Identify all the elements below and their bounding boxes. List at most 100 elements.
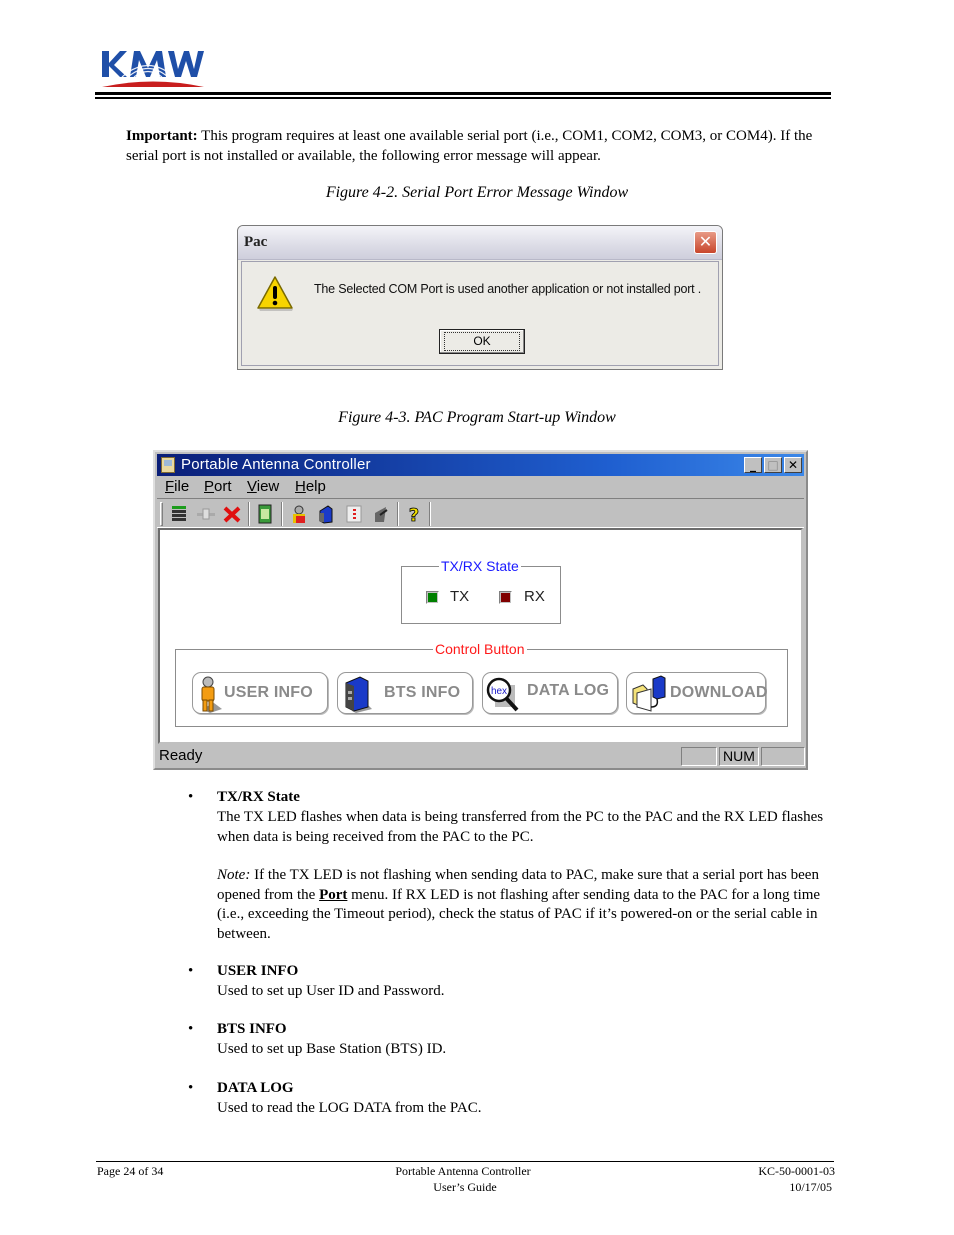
minimize-button[interactable]: _ bbox=[744, 457, 762, 473]
ok-label: OK bbox=[444, 332, 520, 351]
footer-doc-id: KC-50-0001-03 bbox=[758, 1164, 835, 1178]
dialog-title-bar: Pac ✕ bbox=[238, 226, 722, 260]
menu-port-rest: ort bbox=[214, 478, 232, 495]
bullet-title-bts-info: BTS INFO bbox=[217, 1021, 287, 1037]
control-button-legend: Control Button bbox=[433, 640, 527, 658]
app-title: Portable Antenna Controller bbox=[181, 456, 371, 473]
note-port-bold: Port bbox=[319, 886, 348, 903]
download-button[interactable]: DOWNLOAD bbox=[626, 672, 768, 714]
pac-app-window: Portable Antenna Controller _ □ ✕ File P… bbox=[153, 450, 808, 770]
status-pane-num: NUM bbox=[719, 747, 759, 766]
window-close-button[interactable]: ✕ bbox=[784, 457, 802, 473]
bullet-text-bts-info: Used to set up Base Station (BTS) ID. bbox=[217, 1041, 447, 1057]
ok-button[interactable]: OK bbox=[439, 329, 525, 354]
bts-info-icon[interactable] bbox=[314, 503, 336, 525]
menu-port[interactable]: Port bbox=[204, 478, 232, 495]
download-icon[interactable] bbox=[370, 503, 392, 525]
bullet-dot: • bbox=[188, 789, 194, 805]
menu-view[interactable]: View bbox=[247, 478, 279, 495]
footer-date: 10/17/05 bbox=[789, 1180, 832, 1194]
rx-label: RX bbox=[524, 588, 545, 605]
warning-icon bbox=[257, 276, 293, 311]
svg-text:?: ? bbox=[409, 505, 419, 525]
bullet-dot: • bbox=[188, 963, 194, 979]
maximize-icon: □ bbox=[767, 458, 779, 472]
port-list-icon[interactable] bbox=[168, 503, 190, 525]
disconnect-icon[interactable] bbox=[221, 503, 243, 525]
footer-rule bbox=[96, 1161, 834, 1162]
menu-bar: File Port View Help bbox=[157, 476, 804, 498]
menu-view-rest: iew bbox=[256, 478, 280, 495]
folder-download-icon bbox=[632, 675, 666, 712]
toolbar-separator bbox=[429, 502, 431, 526]
hex-icon-text: hex bbox=[491, 686, 507, 697]
toolbar-separator bbox=[248, 502, 250, 526]
close-icon: ✕ bbox=[787, 458, 799, 472]
status-pane-caps bbox=[681, 747, 717, 766]
bts-info-button[interactable]: BTS INFO bbox=[337, 672, 473, 714]
app-title-bar: Portable Antenna Controller _ □ ✕ bbox=[157, 454, 804, 476]
user-icon bbox=[201, 676, 222, 713]
bullet-text-user-info: Used to set up User ID and Password. bbox=[217, 983, 445, 999]
user-info-button[interactable]: USER INFO bbox=[192, 672, 328, 714]
help-icon[interactable]: ? bbox=[403, 503, 425, 525]
dialog-close-button[interactable]: ✕ bbox=[694, 231, 717, 254]
status-pane-scrl bbox=[761, 747, 805, 766]
bullet-text-txrx: The TX LED flashes when data is being tr… bbox=[217, 809, 824, 845]
status-bar: Ready NUM bbox=[157, 745, 805, 767]
dialog-message: The Selected COM Port is used another ap… bbox=[314, 282, 702, 296]
user-info-icon[interactable] bbox=[288, 503, 310, 525]
txrx-state-group: TX/RX State TX RX bbox=[401, 557, 561, 624]
rx-led bbox=[499, 591, 512, 604]
rx-led-light bbox=[501, 593, 510, 602]
header-rule-thin bbox=[95, 97, 831, 99]
bullet-dot: • bbox=[188, 1021, 194, 1037]
bts-info-label: BTS INFO bbox=[384, 684, 461, 701]
menu-help-accel: H bbox=[295, 478, 306, 495]
note-label: Note: bbox=[217, 867, 251, 883]
maximize-button[interactable]: □ bbox=[764, 457, 782, 473]
dialog-body: The Selected COM Port is used another ap… bbox=[241, 261, 719, 366]
important-text: This program requires at least one avail… bbox=[126, 128, 813, 164]
data-log-icon[interactable] bbox=[343, 503, 365, 525]
dialog-title: Pac bbox=[244, 234, 268, 250]
bullet-text-data-log: Used to read the LOG DATA from the PAC. bbox=[217, 1100, 482, 1116]
menu-help-rest: elp bbox=[305, 478, 326, 495]
tx-led bbox=[426, 591, 439, 604]
bullet-dot: • bbox=[188, 1080, 194, 1096]
important-label: Important: bbox=[126, 128, 198, 144]
note-paragraph: Note: If the TX LED is not flashing when… bbox=[217, 866, 837, 944]
hex-magnifier-icon: hex bbox=[486, 677, 519, 712]
app-client-area: TX/RX State TX RX Control Button USER IN… bbox=[158, 528, 803, 744]
connect-icon[interactable] bbox=[195, 503, 217, 525]
data-log-button[interactable]: hex DATA LOG bbox=[482, 672, 618, 714]
kmw-logo bbox=[102, 51, 204, 87]
menu-port-accel: P bbox=[204, 478, 215, 495]
header-rule-thick bbox=[95, 92, 831, 95]
toolbar-grip[interactable] bbox=[160, 502, 163, 526]
menu-file[interactable]: File bbox=[165, 478, 189, 495]
tx-label: TX bbox=[450, 588, 470, 605]
menu-view-accel: V bbox=[247, 478, 257, 495]
status-text: Ready bbox=[159, 747, 203, 764]
tx-led-light bbox=[428, 593, 437, 602]
important-paragraph: Important: This program requires at leas… bbox=[126, 126, 826, 166]
data-log-label: DATA LOG bbox=[527, 682, 610, 699]
minimize-icon: _ bbox=[750, 458, 756, 472]
download-label: DOWNLOAD bbox=[670, 684, 768, 701]
bullet-title-data-log: DATA LOG bbox=[217, 1080, 294, 1096]
toolbar: ? bbox=[157, 498, 804, 528]
menu-file-accel: F bbox=[165, 478, 175, 495]
error-dialog: Pac ✕ The Selected COM Port is used anot… bbox=[237, 225, 723, 370]
bullet-title-txrx: TX/RX State bbox=[217, 789, 300, 805]
user-info-label: USER INFO bbox=[224, 684, 313, 701]
bullet-title-user-info: USER INFO bbox=[217, 963, 299, 979]
menu-help[interactable]: Help bbox=[295, 478, 326, 495]
data-file-icon[interactable] bbox=[254, 503, 276, 525]
close-icon: ✕ bbox=[698, 232, 713, 251]
toolbar-separator bbox=[397, 502, 399, 526]
menu-file-rest: ile bbox=[174, 478, 190, 495]
app-icon bbox=[161, 457, 175, 473]
figure-2-caption: Figure 4-2. Serial Port Error Message Wi… bbox=[325, 184, 629, 201]
control-button-group: Control Button USER INFO BTS INFO hex DA… bbox=[175, 640, 788, 727]
